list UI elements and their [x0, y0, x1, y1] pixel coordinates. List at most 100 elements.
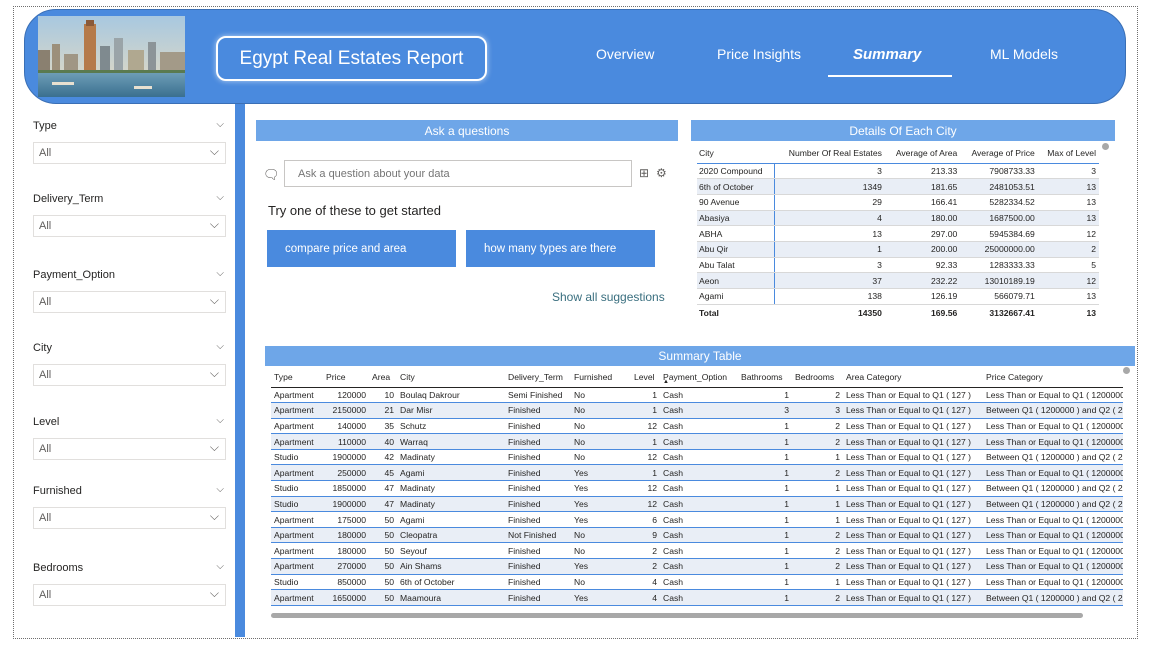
table-row[interactable]: ABHA 13 297.00 5945384.69 12	[697, 225, 1099, 242]
table-cell: 12	[631, 449, 660, 466]
table-row[interactable]: Studio 1900000 47 Madinaty Finished Yes 12 Cash…	[271, 496, 1123, 513]
column-header[interactable]: Bathrooms	[738, 367, 792, 388]
qa-suggestion-button[interactable]: how many types are there	[466, 230, 655, 267]
table-row[interactable]: Apartment 180000 50 Cleopatra Not Finished No…	[271, 527, 1123, 544]
table-cell: No	[571, 449, 631, 466]
nav-price-insights[interactable]: Price Insights	[717, 46, 801, 62]
column-header[interactable]: Furnished	[571, 367, 631, 388]
table-row[interactable]: Apartment 110000 40 Warraq Finished No 1 Cash 1 2…	[271, 433, 1123, 450]
table-row[interactable]: Agami 138 126.19 566079.71 13	[697, 288, 1099, 305]
table-cell: Between Q1 ( 1200000 ) and Q2 ( 2	[983, 449, 1123, 466]
filter-value: All	[39, 296, 52, 308]
table-row[interactable]: 90 Avenue 29 166.41 5282334.52 13	[697, 194, 1099, 211]
table-row[interactable]: Apartment 270000 50 Ain Shams Finished Yes 2 Ca…	[271, 558, 1123, 575]
chevron-down-icon[interactable]: ⌵	[216, 561, 224, 572]
qa-question-input[interactable]	[284, 160, 632, 187]
column-header[interactable]: Price	[323, 367, 369, 388]
value-cell: 126.19	[884, 288, 961, 305]
filter-dropdown[interactable]: All ⌵	[33, 584, 226, 606]
chevron-down-icon[interactable]: ⌵	[216, 415, 224, 426]
column-header[interactable]: Type	[271, 367, 323, 388]
convert-visual-icon[interactable]: ⊞	[639, 166, 649, 180]
nav-overview[interactable]: Overview	[596, 46, 654, 62]
filter-dropdown[interactable]: All ⌵	[33, 364, 226, 386]
nav-summary[interactable]: Summary	[853, 46, 921, 63]
vertical-scrollbar[interactable]	[1102, 143, 1109, 150]
table-cell: Yes	[571, 511, 631, 528]
column-header[interactable]: Area Category	[843, 367, 983, 388]
table-cell: Finished	[505, 542, 571, 560]
table-row[interactable]: Apartment 1650000 50 Maamoura Finished Yes 4 Ca…	[271, 589, 1123, 606]
filter-label: Furnished	[33, 485, 82, 497]
column-header[interactable]: Area	[369, 367, 397, 388]
horizontal-scrollbar[interactable]	[271, 613, 1083, 618]
table-row[interactable]: 2020 Compound 3 213.33 7908733.33 3	[697, 163, 1099, 180]
gear-icon[interactable]: ⚙	[656, 166, 667, 180]
city-cell: ABHA	[697, 225, 775, 242]
table-row[interactable]: 6th of October 1349 181.65 2481053.51 13	[697, 178, 1099, 195]
filter-value: All	[39, 369, 52, 381]
filter-label: Delivery_Term	[33, 193, 104, 205]
table-row[interactable]: Apartment 250000 45 Agami Finished Yes 1 Cash 1 2…	[271, 464, 1123, 482]
filter-dropdown[interactable]: All ⌵	[33, 507, 226, 529]
column-header[interactable]: Average of Price	[960, 143, 1038, 164]
table-cell: 850000	[323, 574, 369, 591]
chevron-down-icon[interactable]: ⌵	[216, 119, 224, 130]
table-cell: 12	[631, 496, 660, 513]
table-row[interactable]: Apartment 175000 50 Agami Finished Yes 6 Cash 1 1…	[271, 511, 1123, 528]
chevron-down-icon[interactable]: ⌵	[216, 192, 224, 203]
filter-dropdown[interactable]: All ⌵	[33, 215, 226, 237]
table-cell: Cash	[660, 449, 738, 466]
show-all-suggestions-link[interactable]: Show all suggestions	[552, 290, 665, 304]
filter-value: All	[39, 443, 52, 455]
filter-dropdown[interactable]: All ⌵	[33, 438, 226, 460]
table-row[interactable]: Apartment 140000 35 Schutz Finished No 12 Cash 1…	[271, 418, 1123, 435]
column-header[interactable]: City	[697, 143, 775, 164]
column-header[interactable]: Delivery_Term	[505, 367, 571, 388]
table-cell: Less Than or Equal to Q1 ( 1200000 )	[983, 542, 1123, 560]
table-cell: Less Than or Equal to Q1 ( 127 )	[843, 449, 983, 466]
chevron-down-icon[interactable]: ⌵	[216, 341, 224, 352]
chevron-down-icon: ⌵	[209, 586, 219, 600]
column-header[interactable]: Average of Area	[884, 143, 961, 164]
table-cell: Apartment	[271, 558, 323, 575]
filter-value: All	[39, 220, 52, 232]
table-cell: 1	[738, 558, 792, 575]
chevron-down-icon[interactable]: ⌵	[216, 484, 224, 495]
value-cell: 5282334.52	[960, 194, 1038, 211]
chevron-down-icon[interactable]: ⌵	[216, 268, 224, 279]
filter-dropdown[interactable]: All ⌵	[33, 142, 226, 164]
column-header-sorted[interactable]: Payment_Option ▲	[660, 367, 738, 388]
table-cell: 1	[631, 433, 660, 450]
table-row[interactable]: Apartment 180000 50 Seyouf Finished No 2 Cash 1 2…	[271, 542, 1123, 560]
value-cell: 3	[774, 257, 885, 274]
column-header[interactable]: Number Of Real Estates	[774, 143, 885, 164]
vertical-scrollbar[interactable]	[1123, 367, 1130, 374]
table-cell: No	[571, 542, 631, 560]
table-cell: 1	[792, 574, 843, 591]
table-cell: 50	[369, 511, 397, 528]
table-row[interactable]: Abu Qir 1 200.00 25000000.00 2	[697, 241, 1099, 258]
filter-dropdown[interactable]: All ⌵	[33, 291, 226, 313]
nav-ml-models[interactable]: ML Models	[990, 46, 1058, 62]
column-header[interactable]: Max of Level	[1037, 143, 1099, 164]
column-header[interactable]: City	[397, 367, 505, 388]
city-cell: Abu Qir	[697, 241, 775, 258]
column-header[interactable]: Price Category	[983, 367, 1123, 388]
table-row[interactable]: Apartment 2150000 21 Dar Misr Finished No 1 Cas…	[271, 402, 1123, 419]
table-row[interactable]: Abasiya 4 180.00 1687500.00 13	[697, 210, 1099, 227]
table-cell: Yes	[571, 558, 631, 575]
table-row[interactable]: Studio 1900000 42 Madinaty Finished No 12 Cash 1…	[271, 449, 1123, 466]
table-row[interactable]: Studio 850000 50 6th of October Finished No 4 C…	[271, 574, 1123, 591]
column-header[interactable]: Level	[631, 367, 660, 388]
column-header[interactable]: Bedrooms	[792, 367, 843, 388]
table-row[interactable]: Studio 1850000 47 Madinaty Finished Yes 12 Cash…	[271, 480, 1123, 497]
table-cell: No	[571, 387, 631, 404]
qa-suggestion-button[interactable]: compare price and area	[267, 230, 456, 267]
value-cell: 13	[1037, 288, 1099, 305]
table-row[interactable]: Apartment 120000 10 Boulaq Dakrour Semi Fini…	[271, 387, 1123, 404]
table-cell: Finished	[505, 433, 571, 450]
table-row[interactable]: Abu Talat 3 92.33 1283333.33 5	[697, 257, 1099, 274]
table-cell: 2	[792, 433, 843, 450]
table-row[interactable]: Aeon 37 232.22 13010189.19 12	[697, 272, 1099, 289]
